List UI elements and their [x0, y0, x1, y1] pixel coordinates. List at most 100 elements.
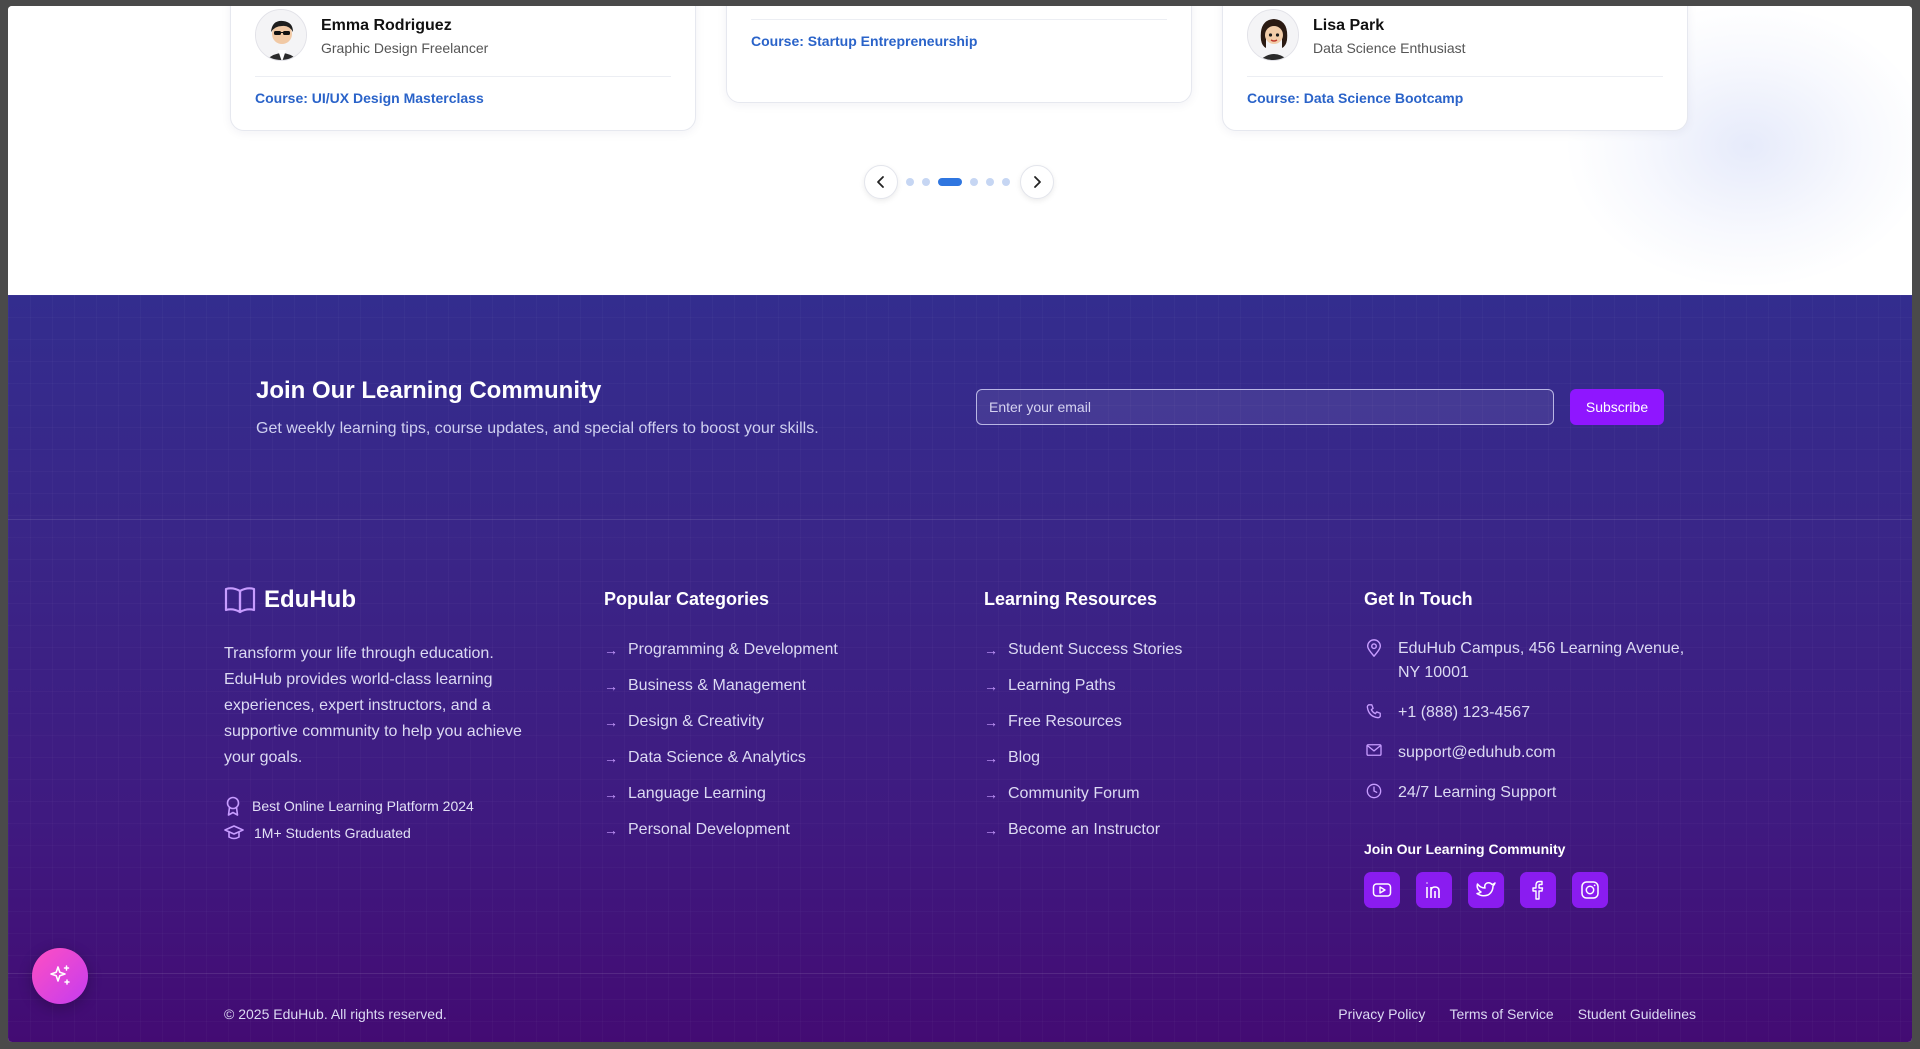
resource-link[interactable]: → Community Forum: [984, 776, 1182, 812]
sparkles-icon: [50, 965, 70, 985]
twitter-icon: [1476, 881, 1496, 897]
newsletter-subtitle: Get weekly learning tips, course updates…: [256, 420, 819, 437]
arrow-right-icon: →: [984, 750, 998, 766]
youtube-link[interactable]: [1364, 872, 1400, 908]
divider: [255, 76, 671, 77]
footer-brand[interactable]: EduHub: [224, 586, 356, 614]
arrow-right-icon: →: [984, 678, 998, 694]
arrow-right-icon: →: [984, 822, 998, 838]
testimonial-course[interactable]: Course: Startup Entrepreneurship: [751, 33, 977, 49]
facebook-icon: [1532, 880, 1544, 900]
mail-icon: [1366, 744, 1382, 756]
youtube-icon: [1372, 883, 1392, 897]
testimonials-section: Emma Rodriguez Graphic Design Freelancer…: [8, 6, 1912, 295]
arrow-right-icon: →: [984, 642, 998, 658]
phone-icon: [1366, 704, 1381, 719]
carousel-dot[interactable]: [970, 178, 978, 186]
contact-address: EduHub Campus, 456 Learning Avenue, NY 1…: [1364, 637, 1704, 685]
testimonial-role: Graphic Design Freelancer: [321, 40, 489, 56]
award-label: Best Online Learning Platform 2024: [252, 798, 474, 814]
arrow-right-icon: →: [604, 678, 618, 694]
category-link[interactable]: → Design & Creativity: [604, 704, 838, 740]
categories-list: → Programming & Development → Business & M…: [604, 632, 838, 848]
testimonial-card: Emma Rodriguez Graphic Design Freelancer…: [230, 6, 696, 131]
arrow-right-icon: →: [604, 642, 618, 658]
carousel-dots: [906, 178, 1010, 186]
resource-link[interactable]: → Student Success Stories: [984, 632, 1182, 668]
newsletter-title: Join Our Learning Community: [256, 377, 602, 404]
carousel-dot[interactable]: [922, 178, 930, 186]
testimonial-name: Lisa Park: [1313, 17, 1385, 34]
carousel-next-button[interactable]: [1020, 165, 1054, 199]
categories-title: Popular Categories: [604, 589, 770, 609]
site-footer: Join Our Learning Community Get weekly l…: [8, 295, 1912, 1042]
legal-links: Privacy Policy Terms of Service Student …: [1338, 1006, 1696, 1022]
contact-support: 24/7 Learning Support: [1364, 781, 1556, 805]
category-link[interactable]: → Business & Management: [604, 668, 838, 704]
facebook-link[interactable]: [1520, 872, 1556, 908]
testimonial-role: Data Science Enthusiast: [1313, 40, 1466, 56]
carousel-prev-button[interactable]: [864, 165, 898, 199]
copyright: © 2025 EduHub. All rights reserved.: [224, 1006, 447, 1022]
terms-of-service-link[interactable]: Terms of Service: [1449, 1006, 1553, 1022]
arrow-right-icon: →: [984, 786, 998, 802]
testimonial-card: Startup Founder Course: Startup Entrepre…: [726, 6, 1192, 103]
clock-icon: [1366, 783, 1382, 799]
contact-phone[interactable]: +1 (888) 123-4567: [1364, 701, 1530, 725]
divider: [8, 973, 1912, 974]
arrow-right-icon: →: [604, 750, 618, 766]
chevron-left-icon: [877, 176, 884, 188]
subscribe-button[interactable]: Subscribe: [1570, 389, 1664, 425]
divider: [1247, 76, 1663, 77]
carousel-dot[interactable]: [1002, 178, 1010, 186]
contact-email[interactable]: support@eduhub.com: [1364, 741, 1556, 765]
twitter-link[interactable]: [1468, 872, 1504, 908]
testimonial-card: Lisa Park Data Science Enthusiast Course…: [1222, 6, 1688, 131]
resource-link[interactable]: → Blog: [984, 740, 1182, 776]
award-item: 1M+ Students Graduated: [224, 824, 411, 842]
contact-title: Get In Touch: [1364, 589, 1473, 609]
category-link[interactable]: → Personal Development: [604, 812, 838, 848]
testimonial-course[interactable]: Course: Data Science Bootcamp: [1247, 90, 1463, 106]
category-link[interactable]: → Programming & Development: [604, 632, 838, 668]
instagram-link[interactable]: [1572, 872, 1608, 908]
linkedin-icon: [1426, 882, 1440, 898]
open-book-icon: [224, 587, 256, 614]
resource-link[interactable]: → Learning Paths: [984, 668, 1182, 704]
category-link[interactable]: → Language Learning: [604, 776, 838, 812]
resources-title: Learning Resources: [984, 589, 1158, 609]
newsletter-email-input[interactable]: [976, 389, 1554, 425]
avatar: [255, 9, 307, 61]
divider: [751, 19, 1167, 20]
resource-link[interactable]: → Become an Instructor: [984, 812, 1182, 848]
carousel-dot[interactable]: [906, 178, 914, 186]
avatar: [1247, 9, 1299, 61]
category-link[interactable]: → Data Science & Analytics: [604, 740, 838, 776]
brand-name: EduHub: [264, 586, 356, 613]
arrow-right-icon: →: [604, 714, 618, 730]
student-guidelines-link[interactable]: Student Guidelines: [1578, 1006, 1696, 1022]
divider: [8, 519, 1912, 520]
graduation-cap-icon: [224, 825, 244, 840]
carousel-dot[interactable]: [986, 178, 994, 186]
testimonial-course[interactable]: Course: UI/UX Design Masterclass: [255, 90, 484, 106]
resources-list: → Student Success Stories → Learning Paths…: [984, 632, 1182, 848]
award-item: Best Online Learning Platform 2024: [224, 796, 474, 816]
carousel-dot-active[interactable]: [938, 178, 962, 186]
social-links: [1364, 872, 1608, 908]
chevron-right-icon: [1034, 176, 1041, 188]
arrow-right-icon: →: [984, 714, 998, 730]
instagram-icon: [1581, 881, 1599, 899]
privacy-policy-link[interactable]: Privacy Policy: [1338, 1006, 1425, 1022]
social-title: Join Our Learning Community: [1364, 841, 1566, 857]
ai-assistant-button[interactable]: [32, 948, 88, 1004]
brand-description: Transform your life through education. E…: [224, 645, 522, 766]
linkedin-link[interactable]: [1416, 872, 1452, 908]
testimonial-name: Emma Rodriguez: [321, 17, 452, 34]
resource-link[interactable]: → Free Resources: [984, 704, 1182, 740]
award-label: 1M+ Students Graduated: [254, 825, 411, 841]
award-icon: [226, 796, 240, 816]
map-pin-icon: [1366, 639, 1382, 657]
arrow-right-icon: →: [604, 786, 618, 802]
arrow-right-icon: →: [604, 822, 618, 838]
